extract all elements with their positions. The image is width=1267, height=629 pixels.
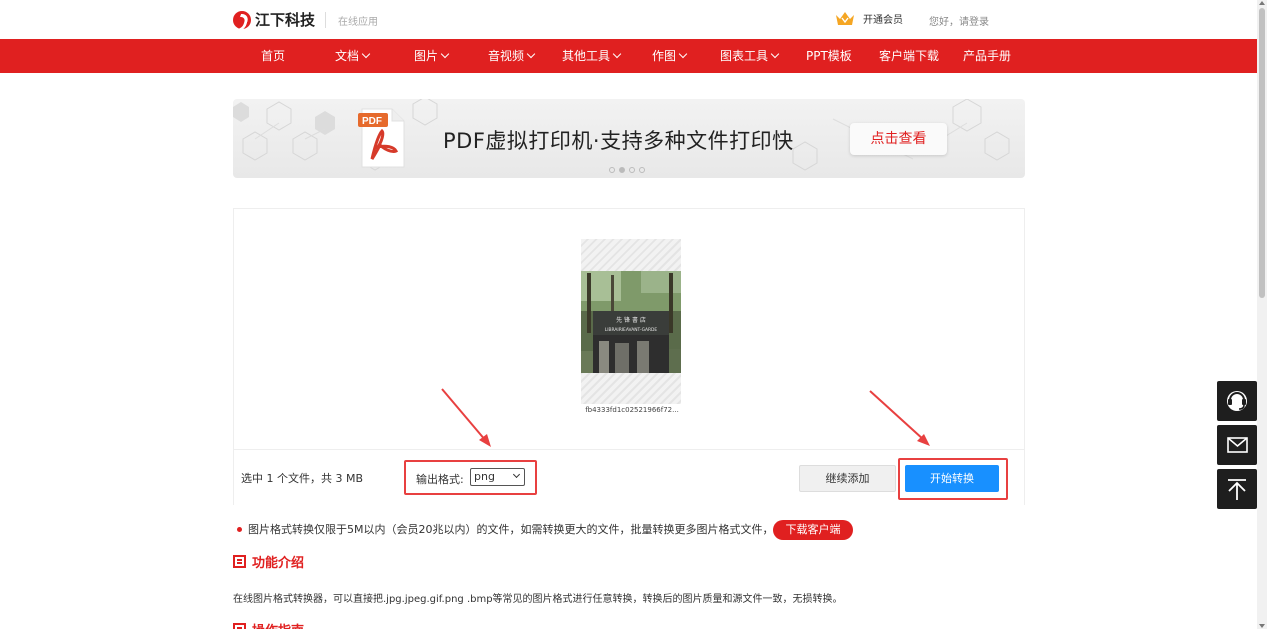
nav-label: 图片 bbox=[414, 49, 439, 63]
format-select[interactable]: png bbox=[470, 468, 525, 486]
converter-toolbar: 选中 1 个文件，共 3 MB 输出格式: png 继续添加 开始转换 bbox=[234, 449, 1024, 505]
headset-icon bbox=[1227, 391, 1247, 411]
vip-label: 开通会员 bbox=[863, 15, 903, 26]
message-button[interactable] bbox=[1217, 425, 1257, 465]
nav-item-ppt[interactable]: PPT模板 bbox=[806, 39, 852, 73]
main-nav: 首页 文档 图片 音视频 其他工具 作图 图表工具 PPT模板 客户端下载 产品… bbox=[0, 39, 1257, 73]
back-to-top-button[interactable] bbox=[1217, 469, 1257, 509]
carousel-dots bbox=[609, 167, 645, 173]
login-link[interactable]: 您好，请登录 bbox=[929, 13, 989, 28]
format-value: png bbox=[474, 470, 495, 483]
nav-item-chart-tools[interactable]: 图表工具 bbox=[720, 39, 780, 73]
intro-text: 在线图片格式转换器，可以直接把.jpg.jpeg.gif.png .bmp等常见… bbox=[233, 594, 843, 605]
start-convert-button[interactable]: 开始转换 bbox=[905, 465, 999, 492]
converter-panel: 先 锋 書 店 LIBRAIRIEAVANT-GARDE fb4333fd1c0… bbox=[233, 208, 1025, 505]
list-icon bbox=[233, 555, 246, 568]
chevron-down-icon bbox=[526, 49, 536, 59]
intro-title: 功能介绍 bbox=[252, 556, 305, 571]
guide-title: 操作指南 bbox=[252, 620, 304, 629]
nav-label: 产品手册 bbox=[963, 49, 1012, 63]
banner-title: PDF虚拟打印机·支持多种文件打印快 bbox=[443, 129, 794, 153]
nav-item-images[interactable]: 图片 bbox=[414, 39, 450, 73]
nav-item-other-tools[interactable]: 其他工具 bbox=[562, 39, 622, 73]
format-label: 输出格式: bbox=[416, 473, 464, 486]
top-bar: 江下科技 在线应用 开通会员 您好，请登录 bbox=[0, 0, 1257, 39]
nav-label: 客户端下载 bbox=[879, 49, 940, 63]
arrow-up-icon bbox=[1228, 479, 1246, 500]
download-client-button[interactable]: 下载客户端 bbox=[773, 520, 853, 540]
customer-service-button[interactable] bbox=[1217, 381, 1257, 421]
logo-divider bbox=[325, 12, 326, 28]
chevron-down-icon bbox=[678, 49, 688, 59]
nav-label: 图表工具 bbox=[720, 49, 769, 63]
thumb-sign-top: 先 锋 書 店 bbox=[616, 316, 646, 324]
nav-item-docs[interactable]: 文档 bbox=[335, 39, 371, 73]
brand-subtitle: 在线应用 bbox=[338, 17, 378, 28]
vip-link[interactable]: 开通会员 bbox=[835, 11, 903, 26]
bullet-icon bbox=[237, 526, 242, 532]
pdf-icon-label: PDF bbox=[362, 116, 382, 127]
nav-item-home[interactable]: 首页 bbox=[261, 39, 285, 73]
mail-icon bbox=[1227, 437, 1248, 453]
carousel-dot[interactable] bbox=[629, 167, 635, 173]
notice-text: 图片格式转换仅限于5M以内（会员20兆以内）的文件，如需转换更大的文件，批量转换… bbox=[248, 523, 785, 536]
nav-label: 文档 bbox=[335, 49, 360, 63]
scroll-up-icon[interactable] bbox=[1259, 1, 1265, 5]
carousel-dot[interactable] bbox=[609, 167, 615, 173]
page-scrollbar[interactable] bbox=[1257, 0, 1267, 629]
chevron-down-icon bbox=[512, 470, 521, 479]
nav-label: 音视频 bbox=[488, 49, 525, 63]
list-icon bbox=[233, 623, 246, 629]
file-name: fb4333fd1c02521966f72... bbox=[585, 406, 679, 414]
logo-icon bbox=[233, 10, 251, 29]
nav-label: PPT模板 bbox=[806, 49, 852, 63]
nav-label: 作图 bbox=[652, 49, 677, 63]
section-title-guide: 操作指南 bbox=[233, 620, 304, 629]
banner-view-button[interactable]: 点击查看 bbox=[850, 123, 947, 155]
nav-label: 其他工具 bbox=[562, 49, 611, 63]
chevron-down-icon bbox=[770, 49, 780, 59]
nav-item-drawing[interactable]: 作图 bbox=[652, 39, 688, 73]
start-highlight: 开始转换 bbox=[898, 458, 1008, 500]
scroll-down-icon[interactable] bbox=[1259, 624, 1265, 628]
selection-info: 选中 1 个文件，共 3 MB bbox=[241, 472, 364, 485]
logo[interactable]: 江下科技 bbox=[233, 9, 315, 30]
thumb-sign-bottom: LIBRAIRIEAVANT-GARDE bbox=[605, 327, 658, 333]
nav-label: 首页 bbox=[261, 49, 286, 63]
pdf-icon: PDF bbox=[358, 108, 405, 168]
crown-icon bbox=[836, 12, 854, 25]
nav-item-client-download[interactable]: 客户端下载 bbox=[879, 39, 939, 73]
brand-name: 江下科技 bbox=[255, 11, 316, 29]
carousel-dot[interactable] bbox=[639, 167, 645, 173]
nav-item-av[interactable]: 音视频 bbox=[488, 39, 536, 73]
chevron-down-icon bbox=[440, 49, 450, 59]
file-card[interactable]: 先 锋 書 店 LIBRAIRIEAVANT-GARDE bbox=[581, 239, 681, 404]
chevron-down-icon bbox=[612, 49, 622, 59]
format-highlight: 输出格式: png bbox=[404, 460, 537, 495]
size-notice: 图片格式转换仅限于5M以内（会员20兆以内）的文件，如需转换更大的文件，批量转换… bbox=[237, 521, 784, 537]
carousel-dot-active[interactable] bbox=[619, 167, 625, 173]
add-more-button[interactable]: 继续添加 bbox=[799, 465, 896, 492]
section-title-intro: 功能介绍 bbox=[233, 552, 304, 571]
nav-item-manual[interactable]: 产品手册 bbox=[963, 39, 1011, 73]
scroll-thumb[interactable] bbox=[1259, 8, 1265, 298]
chevron-down-icon bbox=[361, 49, 371, 59]
promo-banner[interactable]: PDF PDF虚拟打印机·支持多种文件打印快 点击查看 bbox=[233, 99, 1025, 178]
file-thumbnail: 先 锋 書 店 LIBRAIRIEAVANT-GARDE bbox=[581, 271, 681, 373]
